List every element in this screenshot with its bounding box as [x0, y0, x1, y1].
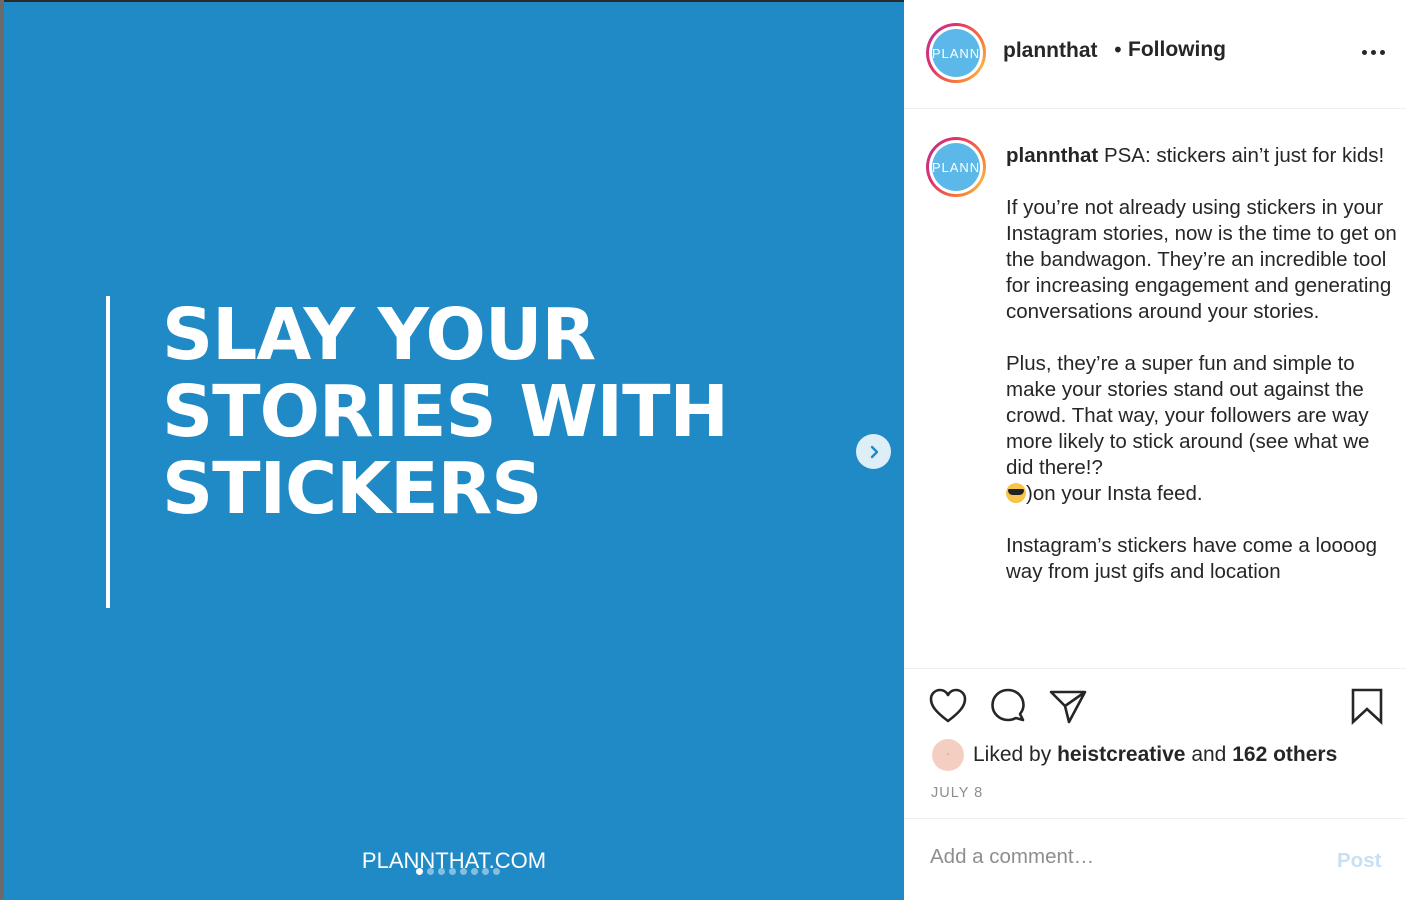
post-image: SLAY YOUR STORIES WITH STICKERS PLANNTHA… [0, 0, 908, 900]
caption-paragraph-1: If you’re not already using stickers in … [1006, 196, 1397, 323]
carousel-dot [482, 868, 489, 875]
avatar-logo: PLANN [932, 29, 980, 77]
caption-username[interactable]: plannthat [1006, 144, 1098, 167]
heart-icon[interactable] [928, 687, 968, 725]
carousel-dot [449, 868, 456, 875]
comment-icon[interactable] [988, 687, 1028, 727]
avatar[interactable]: PLANN [926, 23, 986, 83]
carousel-dot [438, 868, 445, 875]
likes-count-link[interactable]: 162 others [1232, 743, 1337, 767]
bookmark-icon[interactable] [1350, 687, 1384, 725]
post-side-panel: PLANN plannthat • Following PLANN plannt… [904, 0, 1406, 900]
avatar-logo: PLANN [932, 143, 980, 191]
caption-avatar[interactable]: PLANN [926, 137, 986, 197]
caption-section[interactable]: PLANN plannthat PSA: stickers ain’t just… [904, 109, 1406, 669]
caption-intro: PSA: stickers ain’t just for kids! [1098, 144, 1385, 167]
following-button[interactable]: Following [1128, 38, 1226, 62]
carousel-dot [493, 868, 500, 875]
post-header: PLANN plannthat • Following [904, 0, 1406, 109]
post-actions: ◦ Liked by heistcreative and 162 others … [904, 668, 1406, 819]
headline-line-3: STICKERS [162, 447, 542, 530]
headline-line-2: STORIES WITH [162, 370, 729, 453]
headline-line-1: SLAY YOUR [162, 293, 596, 376]
carousel-dot [471, 868, 478, 875]
post-comment-button[interactable]: Post [1337, 849, 1381, 873]
carousel-dot [427, 868, 434, 875]
post-date[interactable]: JULY 8 [931, 785, 983, 801]
slide-headline: SLAY YOUR STORIES WITH STICKERS [162, 296, 812, 527]
header-separator: • [1112, 38, 1124, 62]
chevron-right-icon [870, 445, 878, 458]
sunglasses-emoji-icon [1006, 483, 1026, 503]
top-border [4, 0, 908, 2]
likes-summary: ◦ Liked by heistcreative and 162 others [932, 739, 1337, 771]
comment-bar: Add a comment… Post [904, 818, 1406, 901]
paper-plane-icon[interactable] [1048, 689, 1088, 725]
liker-avatar[interactable]: ◦ [932, 739, 964, 771]
comment-input[interactable]: Add a comment… [930, 845, 1310, 869]
carousel-indicator [4, 868, 904, 875]
liker-username[interactable]: heistcreative [1057, 743, 1185, 767]
caption-paragraph-2b: )on your Insta feed. [1026, 482, 1203, 505]
accent-line [106, 296, 110, 608]
header-username[interactable]: plannthat [1003, 39, 1098, 63]
more-options-icon[interactable] [1362, 50, 1385, 55]
caption-text: plannthat PSA: stickers ain’t just for k… [1006, 143, 1398, 611]
carousel-dot [460, 868, 467, 875]
caption-paragraph-2a: Plus, they’re a super fun and simple to … [1006, 352, 1370, 479]
liked-by-prefix: Liked by [973, 743, 1052, 766]
caption-paragraph-3: Instagram’s stickers have come a loooog … [1006, 534, 1378, 583]
next-slide-button[interactable] [856, 434, 891, 469]
liked-by-and: and [1191, 743, 1227, 766]
carousel-dot [416, 868, 423, 875]
